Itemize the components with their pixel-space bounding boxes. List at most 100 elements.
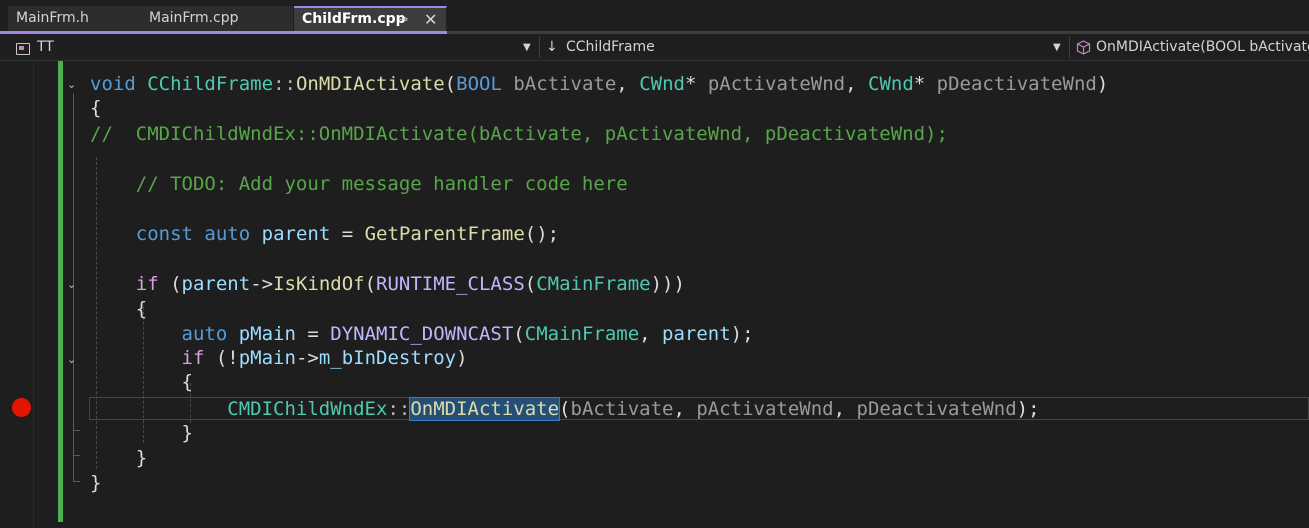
code-line[interactable]: { — [90, 297, 147, 321]
tab-label: MainFrm.h — [16, 10, 89, 26]
fold-toggle-icon[interactable]: ⌄ — [67, 354, 79, 366]
code-token: void — [90, 73, 136, 95]
document-tab-strip: MainFrm.h MainFrm.cpp ChildFrm.cpp ⊸ ✕ — [0, 0, 1309, 34]
cube-icon — [1076, 40, 1091, 55]
code-token: parent — [181, 273, 251, 295]
code-token: pActivateWnd — [707, 73, 846, 95]
class-scope-name: CChildFrame — [566, 39, 655, 55]
pin-icon[interactable]: ⊸ — [398, 8, 408, 31]
code-token: bActivate — [570, 398, 674, 420]
code-token: :: — [387, 398, 411, 420]
code-token: pDeactivateWnd — [936, 73, 1097, 95]
code-token: ) — [456, 347, 468, 369]
code-token: DYNAMIC_DOWNCAST — [330, 323, 514, 345]
fold-toggle-icon[interactable]: ⌄ — [67, 279, 79, 291]
code-token: CMDIChildWndEx — [227, 398, 388, 420]
code-token: , — [673, 398, 697, 420]
code-line[interactable]: if (!pMain->m_bInDestroy) — [90, 346, 468, 370]
code-token: CWnd — [639, 73, 685, 95]
code-token: * — [913, 73, 937, 95]
code-token: pDeactivateWnd — [856, 398, 1017, 420]
fold-region-line — [73, 368, 74, 430]
nav-separator — [539, 36, 540, 58]
code-token: ( — [513, 323, 525, 345]
code-token: ))) — [650, 273, 685, 295]
code-line[interactable]: auto pMain = DYNAMIC_DOWNCAST(CMainFrame… — [90, 322, 754, 346]
code-token: , — [639, 323, 663, 345]
code-token: auto — [181, 323, 228, 345]
code-token: pMain — [238, 347, 296, 369]
tab-label: MainFrm.cpp — [149, 10, 239, 26]
project-name: TT — [37, 39, 54, 55]
code-line[interactable]: const auto parent = GetParentFrame(); — [90, 222, 559, 246]
code-line[interactable]: // TODO: Add your message handler code h… — [90, 172, 628, 196]
code-token: :: — [273, 73, 296, 95]
code-token: } — [90, 422, 193, 444]
code-token: parent — [662, 323, 731, 345]
code-token: ); — [1016, 398, 1040, 420]
code-token: GetParentFrame — [364, 223, 525, 245]
code-token: , — [845, 73, 869, 95]
code-line[interactable]: if (parent->IsKindOf(RUNTIME_CLASS(CMain… — [90, 272, 685, 296]
chevron-down-icon: ▼ — [1053, 42, 1061, 53]
code-line[interactable]: { — [90, 96, 101, 120]
code-token: = — [295, 323, 331, 345]
member-name: OnMDIActivate(BOOL bActivate, — [1096, 39, 1309, 55]
code-line[interactable]: void CChildFrame::OnMDIActivate(BOOL bAc… — [90, 72, 1108, 96]
glyph-margin[interactable] — [0, 61, 34, 528]
code-token: (); — [524, 223, 560, 245]
code-token: const — [135, 223, 193, 245]
project-dropdown[interactable]: TT ▼ — [0, 37, 536, 58]
code-line[interactable]: } — [90, 471, 101, 495]
code-token: -> — [295, 347, 319, 369]
fold-region-end — [73, 430, 80, 431]
fold-region-end — [73, 481, 80, 482]
breakpoint-icon[interactable] — [12, 398, 31, 417]
code-token: CMainFrame — [536, 273, 651, 295]
project-icon — [16, 43, 30, 55]
tab-childfrm-cpp[interactable]: ChildFrm.cpp ⊸ ✕ — [294, 6, 447, 31]
code-token: pMain — [238, 323, 296, 345]
code-line[interactable]: { — [90, 370, 193, 394]
code-token: ); — [730, 323, 754, 345]
code-line[interactable]: } — [90, 421, 193, 445]
code-token: BOOL — [456, 73, 502, 95]
code-token: { — [90, 97, 102, 119]
change-tracking-bar — [58, 61, 63, 522]
code-token: OnMDIActivate — [409, 397, 561, 421]
tab-mainfrm-h[interactable]: MainFrm.h — [8, 6, 143, 31]
code-editor[interactable]: ⌄ ⌄ ⌄ void CChildFrame::OnMDIActivate(BO… — [0, 61, 1309, 528]
close-icon[interactable]: ✕ — [424, 8, 437, 31]
code-token: ( — [444, 73, 457, 95]
nav-separator — [1069, 36, 1070, 58]
code-token: * — [684, 73, 708, 95]
code-token: // CMDIChildWndEx::OnMDIActivate(bActiva… — [90, 123, 948, 145]
margin-divider — [33, 61, 34, 528]
code-token: OnMDIActivate — [295, 73, 445, 95]
code-token: RUNTIME_CLASS — [376, 273, 525, 295]
member-dropdown[interactable]: OnMDIActivate(BOOL bActivate, — [1072, 37, 1309, 58]
code-token: , — [616, 73, 640, 95]
code-token: (! — [204, 347, 239, 369]
tab-mainfrm-cpp[interactable]: MainFrm.cpp — [141, 6, 294, 31]
code-token: { — [90, 298, 148, 320]
code-line[interactable]: CMDIChildWndEx::OnMDIActivate(bActivate,… — [90, 397, 1040, 421]
class-scope-dropdown[interactable]: ↓ CChildFrame ▼ — [542, 37, 1066, 58]
code-line[interactable]: } — [90, 446, 147, 470]
fold-toggle-icon[interactable]: ⌄ — [67, 79, 79, 91]
code-token: = — [330, 223, 365, 245]
code-token: ( — [364, 273, 377, 295]
code-line[interactable]: // CMDIChildWndEx::OnMDIActivate(bActiva… — [90, 122, 948, 146]
code-token: parent — [261, 223, 331, 245]
code-token: bActivate — [513, 73, 617, 95]
navigation-bar: TT ▼ ↓ CChildFrame ▼ OnMDIActivate(BOOL … — [0, 34, 1309, 61]
code-token: IsKindOf — [273, 273, 365, 295]
